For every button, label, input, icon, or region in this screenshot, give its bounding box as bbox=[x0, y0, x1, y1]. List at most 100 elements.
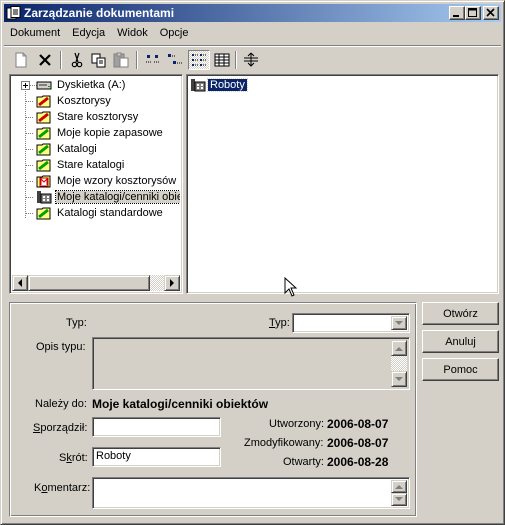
plus-icon bbox=[23, 83, 28, 88]
tree-connector bbox=[26, 197, 34, 198]
tree-item[interactable]: Moje kopie zapasowe bbox=[36, 125, 164, 141]
tree-item[interactable]: Stare katalogi bbox=[36, 157, 125, 173]
small-icons-view-button[interactable] bbox=[164, 50, 186, 70]
arrow-down-icon bbox=[395, 376, 403, 381]
tree-item[interactable]: Katalogi standardowe bbox=[36, 205, 164, 221]
list-view-button[interactable] bbox=[188, 50, 210, 70]
nalezy-do-value: Moje katalogi/cenniki obiektów bbox=[92, 397, 269, 411]
list-item-label: Roboty bbox=[207, 78, 248, 92]
tree-item[interactable]: Dyskietka (A:) bbox=[36, 77, 126, 93]
scroll-left-button[interactable] bbox=[12, 275, 28, 291]
tree-item-label: Kosztorysy bbox=[57, 95, 111, 107]
copy-button[interactable] bbox=[88, 50, 110, 70]
skrot-input[interactable]: Roboty bbox=[92, 447, 221, 467]
tree-connector bbox=[26, 213, 34, 214]
open-button[interactable]: Otwórz bbox=[422, 302, 499, 325]
komentarz-label: Komentarz: bbox=[34, 482, 91, 494]
tree-item-selected[interactable]: Moje katalogi/cenniki obie bbox=[36, 189, 180, 205]
scissors-icon bbox=[71, 52, 83, 68]
tree-item[interactable]: Moje wzory kosztorysów bbox=[36, 173, 177, 189]
app-icon bbox=[6, 6, 21, 20]
tree-item-label: Dyskietka (A:) bbox=[57, 79, 126, 91]
folder-green-icon bbox=[36, 159, 51, 172]
typ-combo[interactable] bbox=[292, 313, 410, 333]
typ-label: Typ: bbox=[66, 317, 87, 329]
folder-tree[interactable]: Dyskietka (A:) Kosztorysy Stare kosztory… bbox=[9, 74, 183, 294]
tree-connector bbox=[26, 133, 34, 134]
scroll-up-button[interactable] bbox=[391, 480, 407, 493]
komentarz-input[interactable] bbox=[92, 477, 410, 509]
scroll-thumb[interactable] bbox=[28, 275, 150, 291]
tree-expand-button[interactable] bbox=[21, 81, 30, 90]
move-up-button[interactable] bbox=[240, 50, 262, 70]
tree-item-label: Moje katalogi/cenniki obie bbox=[55, 190, 180, 204]
folder-green-icon bbox=[36, 143, 51, 156]
list-view-icon bbox=[192, 54, 206, 66]
otwarty-value: 2006-08-28 bbox=[327, 455, 389, 469]
toolbar bbox=[4, 45, 501, 71]
list-item-selected[interactable]: Roboty bbox=[190, 78, 248, 92]
cancel-button[interactable]: Anuluj bbox=[422, 330, 499, 353]
tree-item-label: Katalogi standardowe bbox=[57, 207, 163, 219]
arrow-down-icon bbox=[395, 497, 403, 501]
tree-item-label: Stare kosztorysy bbox=[57, 111, 139, 123]
tree-item[interactable]: Kosztorysy bbox=[36, 93, 112, 109]
help-button[interactable]: Pomoc bbox=[422, 358, 499, 381]
tree-item-label: Moje wzory kosztorysów bbox=[57, 175, 177, 187]
menu-edycja[interactable]: Edycja bbox=[66, 27, 111, 39]
scroll-down-button[interactable] bbox=[391, 493, 407, 506]
details-view-icon bbox=[214, 53, 230, 67]
delete-button[interactable] bbox=[34, 50, 56, 70]
mouse-cursor-icon bbox=[284, 277, 297, 297]
opis-scrollbar[interactable] bbox=[391, 340, 407, 387]
maximize-button[interactable] bbox=[465, 6, 481, 20]
komentarz-scrollbar[interactable] bbox=[391, 480, 407, 506]
new-document-icon bbox=[15, 52, 27, 68]
tree-item[interactable]: Stare kosztorysy bbox=[36, 109, 139, 125]
menu-widok[interactable]: Widok bbox=[111, 27, 154, 39]
skrot-label: Skrót: bbox=[59, 452, 88, 464]
utworzony-value: 2006-08-07 bbox=[327, 417, 389, 431]
nalezy-do-label: Należy do: bbox=[35, 398, 87, 410]
minimize-button[interactable] bbox=[449, 6, 465, 20]
opis-typu-field[interactable] bbox=[92, 337, 410, 390]
folder-template-icon bbox=[36, 175, 51, 188]
folder-tree-content: Dyskietka (A:) Kosztorysy Stare kosztory… bbox=[12, 77, 180, 275]
tree-connector bbox=[26, 181, 34, 182]
document-list[interactable]: Roboty bbox=[186, 74, 499, 294]
scroll-right-button[interactable] bbox=[164, 275, 180, 291]
large-icons-view-button[interactable] bbox=[142, 50, 164, 70]
typ-dropdown-button[interactable] bbox=[391, 316, 407, 330]
sporzadzil-input[interactable] bbox=[92, 417, 221, 437]
new-document-button[interactable] bbox=[10, 50, 32, 70]
close-button[interactable] bbox=[483, 6, 499, 20]
zmodyfikowany-label: Zmodyfikowany: bbox=[244, 437, 324, 449]
details-view-button[interactable] bbox=[211, 50, 233, 70]
menu-dokument[interactable]: Dokument bbox=[4, 27, 66, 39]
opis-typu-label: Opis typu: bbox=[36, 341, 86, 353]
menu-opcje[interactable]: Opcje bbox=[154, 27, 195, 39]
building-icon bbox=[37, 191, 52, 204]
scroll-up-button[interactable] bbox=[391, 340, 407, 356]
folder-red-icon bbox=[36, 111, 51, 124]
arrow-right-icon bbox=[170, 279, 174, 287]
scroll-down-button[interactable] bbox=[391, 371, 407, 387]
tree-item-label: Katalogi bbox=[57, 143, 97, 155]
up-folder-icon bbox=[244, 52, 258, 67]
title-bar[interactable]: Zarządzanie dokumentami bbox=[4, 4, 501, 22]
utworzony-label: Utworzony: bbox=[269, 418, 325, 430]
tree-item[interactable]: Katalogi bbox=[36, 141, 98, 157]
window-title: Zarządzanie dokumentami bbox=[24, 6, 175, 20]
arrow-left-icon bbox=[18, 279, 22, 287]
toolbar-separator bbox=[60, 51, 62, 69]
folder-green-icon bbox=[36, 207, 51, 220]
arrow-up-icon bbox=[395, 346, 403, 351]
paste-button[interactable] bbox=[110, 50, 132, 70]
tree-horizontal-scrollbar[interactable] bbox=[12, 275, 180, 291]
otwarty-label: Otwarty: bbox=[283, 456, 324, 468]
toolbar-separator bbox=[235, 51, 237, 69]
cut-button[interactable] bbox=[66, 50, 88, 70]
tree-item-label: Moje kopie zapasowe bbox=[57, 127, 163, 139]
document-details-group: Typ: Typ: Opis typu: Należy do: Moje kat… bbox=[9, 302, 417, 517]
chevron-down-icon bbox=[395, 320, 403, 325]
